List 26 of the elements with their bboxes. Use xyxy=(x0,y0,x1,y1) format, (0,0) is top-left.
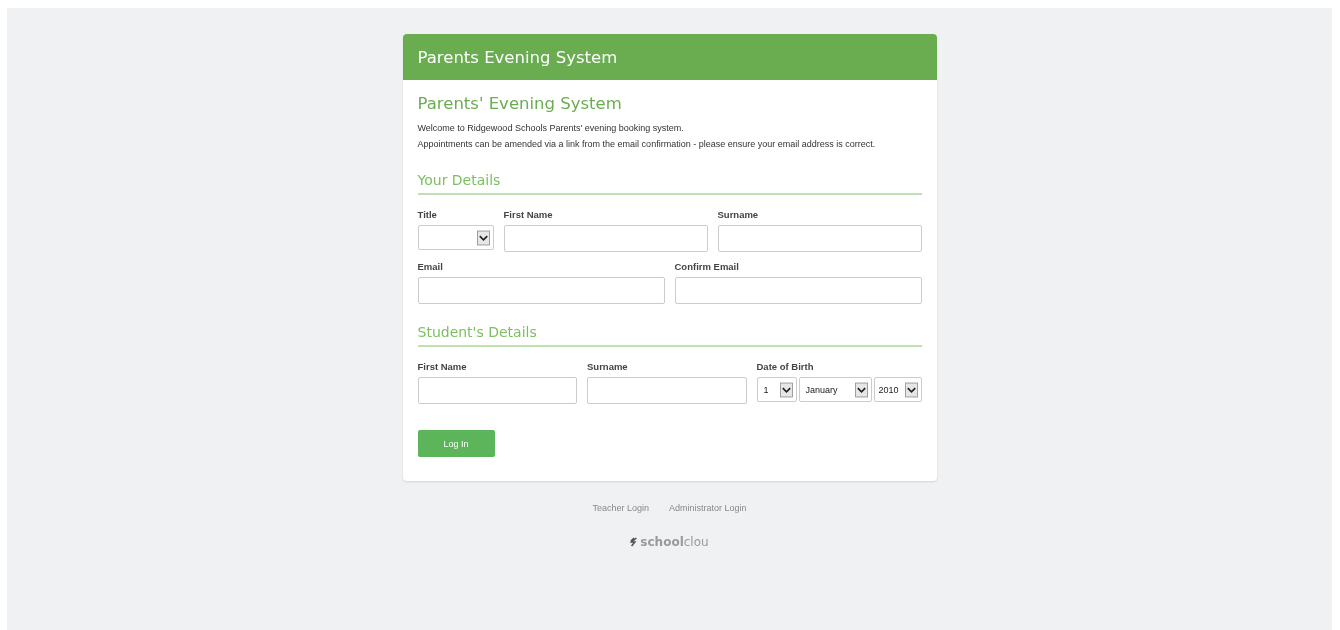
field-label: Confirm Email xyxy=(674,261,740,272)
field-label: First Name xyxy=(417,361,468,372)
input-field[interactable] xyxy=(674,277,922,304)
input-field[interactable] xyxy=(717,225,922,252)
field-label: Date of Birth xyxy=(756,361,815,372)
field-label: Surname xyxy=(587,361,629,372)
field-label: Surname xyxy=(717,209,760,220)
logo-text: schoolclou xyxy=(640,535,709,549)
header-title: Parents Evening System xyxy=(417,47,618,67)
section-heading: Your Details xyxy=(417,172,922,195)
select-field[interactable]: 2010 xyxy=(873,377,922,402)
intro-text: Appointments can be amended via a link from the email confirmation - please ensure your email address is correct. xyxy=(417,138,877,151)
field-label: First Name xyxy=(503,209,554,220)
input-field[interactable] xyxy=(503,225,708,252)
section-heading: Student's Details xyxy=(417,324,922,347)
select-field[interactable]: 1 xyxy=(756,377,797,402)
input-field[interactable] xyxy=(587,377,747,404)
select-field[interactable] xyxy=(417,225,494,250)
intro-text: Welcome to Ridgewood Schools Parents' evening booking system. xyxy=(417,122,685,135)
input-field[interactable] xyxy=(417,277,665,304)
logo-icon xyxy=(630,537,639,547)
field-label: Email xyxy=(417,261,444,272)
field-label: Title xyxy=(417,209,438,220)
input-field[interactable] xyxy=(417,377,577,404)
page-heading: Parents' Evening System xyxy=(417,94,623,113)
select-field[interactable]: January xyxy=(798,377,872,402)
